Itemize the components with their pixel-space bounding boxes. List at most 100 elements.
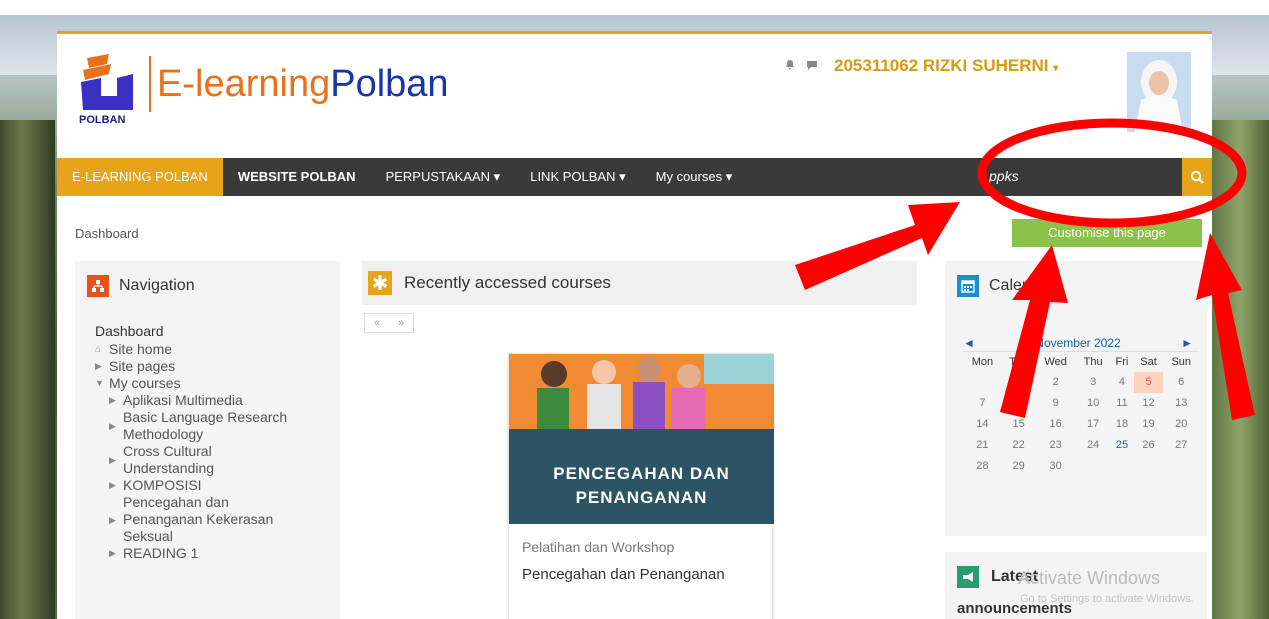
nav-tree-site-home-label: Site home [109,341,173,357]
logo-text: POLBAN [79,114,126,126]
calendar-day: 11 [1116,397,1128,409]
course-item[interactable]: ▶ Basic Language Research Methodology [109,409,299,443]
calendar-weekday-row: Mon Tue Wed Thu Fri Sat Sun [963,351,1199,372]
tree-right [1212,120,1269,619]
calendar-title-bar: Calendar [945,261,1207,297]
search-input[interactable] [989,168,1169,184]
calendar-day: 6 [1178,376,1185,388]
logo-shape-icon [81,54,133,110]
calendar-day-event[interactable]: 25 [1110,435,1133,456]
calendar-day [1163,456,1199,477]
calendar-day: 27 [1175,439,1188,451]
calendar-day: 19 [1142,418,1155,430]
expand-arrow-icon: ▶ [109,480,116,490]
nav-e-learning-polban[interactable]: E-LEARNING POLBAN [57,158,223,196]
user-menu: 205311062 RIZKI SUHERNI ▾ [784,56,1058,76]
nav-tree-my-courses-label: My courses [109,375,181,391]
calendar-next-icon[interactable]: ► [1181,336,1193,350]
calendar-day: 10 [1087,397,1100,409]
weekday: Sun [1163,351,1199,372]
expand-arrow-icon: ▶ [95,361,102,371]
recent-courses-title: Recently accessed courses [404,273,611,292]
calendar-week: 28 29 30 [963,456,1199,477]
customise-page-button[interactable]: Customise this page [1012,219,1202,247]
course-item-label: Pencegahan dan Penanganan Kekerasan Seks… [123,494,274,544]
nav-tree-my-courses[interactable]: ▼ My courses [95,375,299,392]
calendar-month[interactable]: November 2022 [1035,336,1120,350]
calendar-day: 16 [1049,418,1062,430]
course-item-label: Cross Cultural Understanding [123,443,215,476]
sitemap-icon [87,275,109,297]
course-card-image: PENCEGAHAN DAN PENANGANAN [509,354,774,524]
calendar-day: 28 [976,460,989,472]
site-brand[interactable]: E-learningPolban [149,56,449,112]
calendar-day: 20 [1175,418,1188,430]
calendar-day: 2 [1052,376,1059,388]
calendar-day: 15 [1012,418,1025,430]
tree-left [0,120,55,619]
course-item-label: KOMPOSISI [123,477,202,493]
calendar-block: Calendar ◄ November 2022 ► Mon Tue Wed Thu F… [945,261,1207,536]
calendar-icon [957,275,979,297]
user-name: 205311062 RIZKI SUHERNI [834,56,1049,75]
navigation-title: Navigation [119,277,195,294]
course-item[interactable]: ▶ KOMPOSISI [109,477,299,494]
nav-tree-site-pages-label: Site pages [109,358,176,374]
course-item[interactable]: ▶ Aplikasi Multimedia [109,392,299,409]
nav-tree-site-pages[interactable]: ▶ Site pages [95,358,299,375]
calendar-day: 24 [1087,439,1100,451]
course-list: ▶ Aplikasi Multimedia ▶ Basic Language Res… [95,392,299,562]
user-avatar[interactable] [1127,52,1191,132]
calendar-day: 7 [979,397,986,409]
course-name-link[interactable]: Pencegahan dan Penanganan [522,566,725,583]
calendar-day: 14 [976,418,989,430]
user-menu-caret-icon: ▾ [1053,63,1059,74]
course-item[interactable]: ▶ Cross Cultural Understanding [109,443,299,477]
notification-bell-icon[interactable] [784,59,796,74]
search-button[interactable] [1182,158,1212,196]
course-image-illustration [509,354,774,429]
course-item[interactable]: ▶ READING 1 [109,545,299,562]
calendar-prev-icon[interactable]: ◄ [963,336,975,350]
polban-logo[interactable]: POLBAN [73,50,143,130]
weekday: Tue [1001,351,1036,372]
expand-arrow-icon: ▶ [109,548,116,558]
course-image-line2: PENANGANAN [575,488,708,507]
weekday: Thu [1075,351,1111,372]
brand-part2: Polban [330,63,449,105]
course-item[interactable]: ▶ Pencegahan dan Penanganan Kekerasan Sek… [109,494,299,545]
course-item-label: READING 1 [123,545,199,561]
course-card[interactable]: PENCEGAHAN DAN PENANGANAN Pelatihan dan … [508,353,774,619]
navigation-block: Navigation Dashboard ⌂ Site home ▶ Site pa… [75,261,340,619]
messages-icon[interactable] [806,59,818,74]
calendar-day: 9 [1052,397,1059,409]
main-navbar: E-LEARNING POLBAN WEBSITE POLBAN PERPUST… [57,158,1212,196]
course-item-label: Aplikasi Multimedia [123,392,243,408]
nav-tree-site-home[interactable]: ⌂ Site home [95,341,299,358]
navigation-title-bar: Navigation [75,261,340,297]
calendar-day-today[interactable]: 5 [1133,371,1164,393]
course-image-line1: PENCEGAHAN DAN [553,464,730,483]
pager-next-button[interactable]: » [398,317,404,329]
calendar-day: 18 [1115,418,1129,430]
weekday: Mon [963,351,1002,372]
expand-arrow-icon: ▶ [109,395,116,405]
collapse-arrow-icon: ▼ [95,378,104,388]
breadcrumb[interactable]: Dashboard [75,226,139,241]
nav-tree-dashboard[interactable]: Dashboard [95,323,299,340]
nav-perpustakaan[interactable]: PERPUSTAKAAN ▾ [371,158,516,196]
calendar-day [1134,456,1164,477]
megaphone-icon [957,566,979,588]
search-box [977,158,1182,196]
nav-my-courses[interactable]: My courses ▾ [641,158,748,196]
nav-website-polban[interactable]: WEBSITE POLBAN [223,158,371,196]
user-name-menu[interactable]: 205311062 RIZKI SUHERNI ▾ [834,56,1058,76]
avatar-image [1127,52,1191,132]
pager-prev-button[interactable]: « [374,317,380,329]
calendar-day: 12 [1142,397,1155,409]
calendar-week: 1 2 3 45 6 [963,371,1199,393]
weekday: Wed [1035,351,1076,372]
calendar-day: 1 [1015,376,1022,388]
nav-link-polban[interactable]: LINK POLBAN ▾ [515,158,640,196]
calendar-week: 14 15 16 17 18 19 20 [963,414,1199,435]
